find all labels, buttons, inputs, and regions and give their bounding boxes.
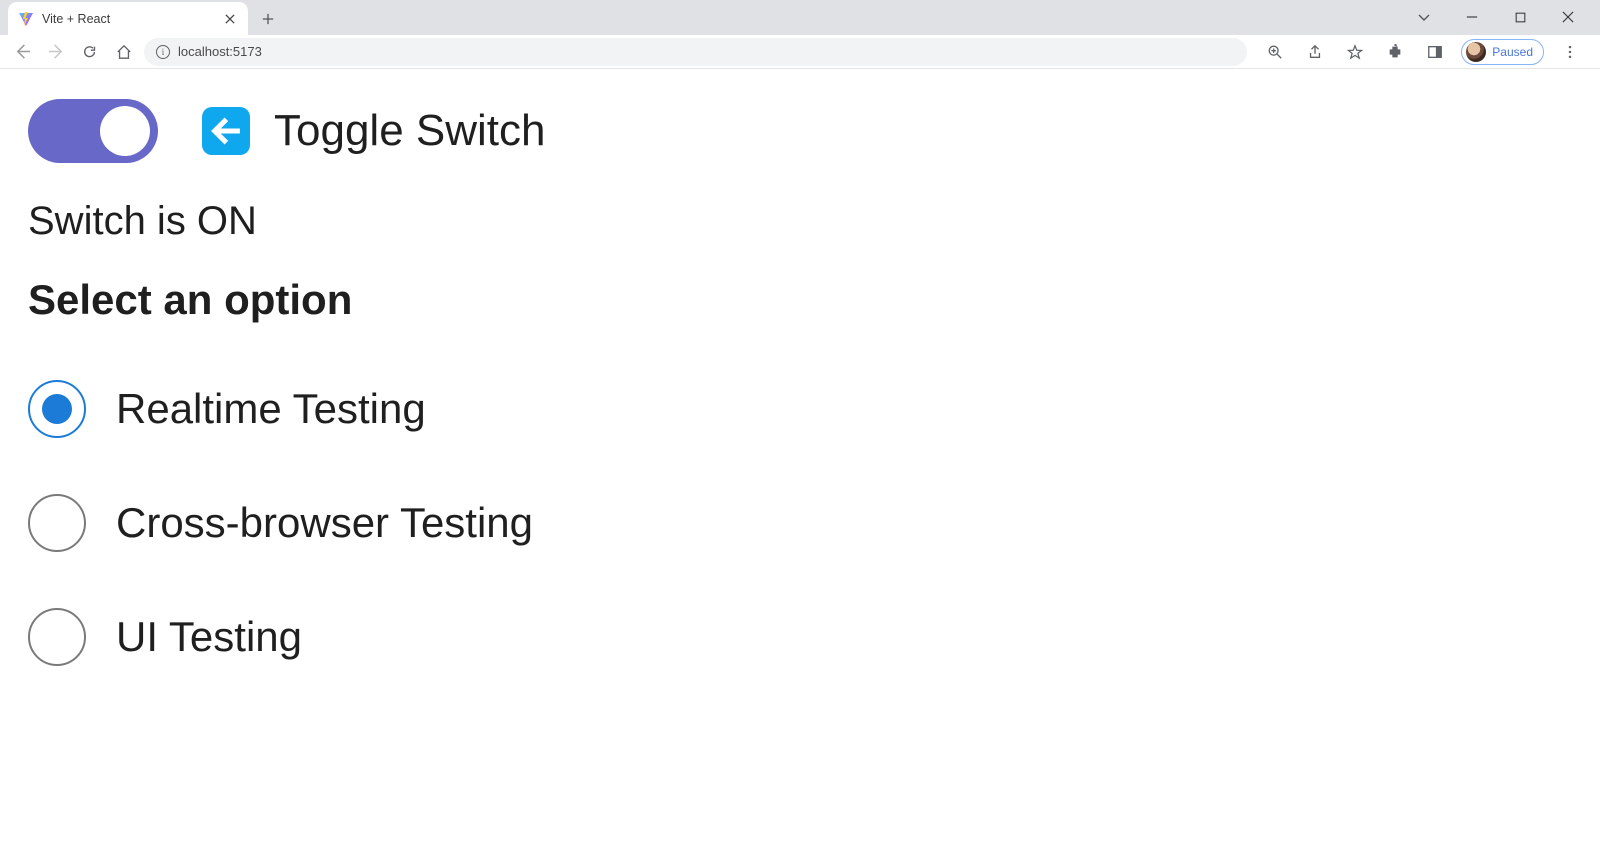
share-icon[interactable] [1301,38,1329,66]
page-content: Toggle Switch Switch is ON Select an opt… [0,69,1600,696]
new-tab-button[interactable] [254,5,282,33]
radio-dot-icon [42,394,72,424]
radio-label: Cross-browser Testing [116,499,533,547]
headline-title: Toggle Switch [274,106,545,156]
extensions-icon[interactable] [1381,38,1409,66]
radio-indicator [28,608,86,666]
radio-option-realtime[interactable]: Realtime Testing [28,380,1572,438]
headline-row: Toggle Switch [28,99,1572,163]
zoom-icon[interactable] [1261,38,1289,66]
url-text: localhost:5173 [178,44,262,59]
sidepanel-icon[interactable] [1421,38,1449,66]
profile-chip[interactable]: Paused [1461,39,1544,65]
bookmark-star-icon[interactable] [1341,38,1369,66]
kebab-menu-icon[interactable] [1556,38,1584,66]
window-controls [1410,3,1600,35]
avatar-icon [1466,42,1486,62]
toggle-switch-knob [100,106,150,156]
radio-option-ui[interactable]: UI Testing [28,608,1572,666]
radio-option-crossbrowser[interactable]: Cross-browser Testing [28,494,1572,552]
chevron-down-icon[interactable] [1410,3,1438,31]
toolbar-right: Paused [1253,38,1592,66]
window-minimize-button[interactable] [1458,3,1486,31]
browser-toolbar: i localhost:5173 Paused [0,35,1600,69]
window-close-button[interactable] [1554,3,1582,31]
radio-label: UI Testing [116,613,302,661]
radio-indicator [28,380,86,438]
arrow-left-icon [202,107,250,155]
nav-home-button[interactable] [110,38,138,66]
nav-back-button[interactable] [8,38,36,66]
radio-label: Realtime Testing [116,385,426,433]
nav-reload-button[interactable] [76,38,104,66]
profile-status-label: Paused [1492,45,1533,59]
vite-favicon-icon [18,11,34,27]
tab-title: Vite + React [42,12,214,26]
window-maximize-button[interactable] [1506,3,1534,31]
radio-group: Realtime Testing Cross-browser Testing U… [28,380,1572,666]
nav-forward-button[interactable] [42,38,70,66]
site-info-icon[interactable]: i [156,45,170,59]
browser-tab[interactable]: Vite + React [8,2,248,35]
switch-status-text: Switch is ON [28,199,1572,244]
section-heading: Select an option [28,276,1572,324]
toggle-switch[interactable] [28,99,158,163]
tabstrip: Vite + React [0,0,1600,35]
radio-indicator [28,494,86,552]
tab-close-button[interactable] [222,11,238,27]
browser-chrome: Vite + React [0,0,1600,69]
address-bar[interactable]: i localhost:5173 [144,38,1247,66]
